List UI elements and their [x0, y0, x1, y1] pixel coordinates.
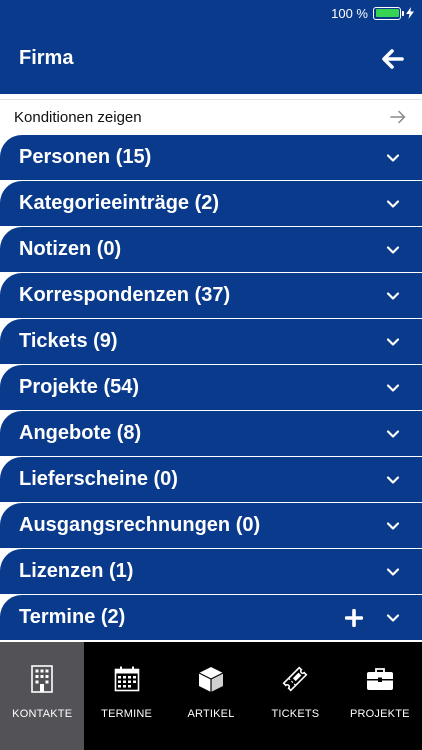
- plus-icon: [345, 608, 363, 627]
- nav-tab-termine[interactable]: TERMINE: [84, 642, 168, 750]
- section-notizen[interactable]: Notizen (0): [0, 227, 422, 273]
- section-label: Lizenzen (1): [19, 560, 134, 582]
- chevron-down-icon: [386, 475, 400, 485]
- back-button[interactable]: [380, 46, 406, 72]
- charging-icon: [406, 7, 414, 19]
- battery-icon: [373, 6, 404, 20]
- section-termine[interactable]: Termine (2): [0, 595, 422, 641]
- section-lieferscheine[interactable]: Lieferscheine (0): [0, 457, 422, 503]
- ticket-icon: [280, 664, 310, 694]
- chevron-down-icon: [386, 521, 400, 531]
- nav-label: TICKETS: [271, 708, 320, 720]
- section-label: Termine (2): [19, 606, 126, 628]
- section-label: Personen (15): [19, 146, 152, 168]
- section-projekte[interactable]: Projekte (54): [0, 365, 422, 411]
- section-label: Kategorieeinträge (2): [19, 192, 220, 214]
- show-conditions-row[interactable]: Konditionen zeigen: [0, 99, 422, 134]
- page-title: Firma: [19, 47, 74, 69]
- box-icon: [196, 664, 226, 694]
- building-icon: [27, 664, 57, 694]
- section-angebote[interactable]: Angebote (8): [0, 411, 422, 457]
- nav-label: PROJEKTE: [349, 708, 410, 720]
- chevron-down-icon: [386, 245, 400, 255]
- chevron-down-icon: [386, 429, 400, 439]
- chevron-down-icon: [386, 567, 400, 577]
- section-tickets[interactable]: Tickets (9): [0, 319, 422, 365]
- section-label: Korrespondenzen (37): [19, 284, 231, 306]
- briefcase-icon: [365, 664, 395, 694]
- chevron-down-icon: [386, 337, 400, 347]
- section-label: Projekte (54): [19, 376, 140, 398]
- chevron-down-icon: [386, 153, 400, 163]
- show-conditions-label: Konditionen zeigen: [14, 108, 142, 126]
- section-kategorieeintraege[interactable]: Kategorieeinträge (2): [0, 181, 422, 227]
- nav-label: ARTIKEL: [187, 708, 235, 720]
- chevron-down-icon: [386, 199, 400, 209]
- calendar-icon: [112, 664, 142, 694]
- nav-tab-projekte[interactable]: PROJEKTE: [338, 642, 422, 750]
- section-personen[interactable]: Personen (15): [0, 135, 422, 181]
- section-label: Tickets (9): [19, 330, 118, 352]
- arrow-left-icon: [382, 49, 404, 69]
- battery-percentage: 100 %: [331, 5, 368, 21]
- add-appointment-button[interactable]: [344, 608, 364, 628]
- nav-label: KONTAKTE: [12, 708, 73, 720]
- section-label: Ausgangsrechnungen (0): [19, 514, 261, 536]
- section-korrespondenzen[interactable]: Korrespondenzen (37): [0, 273, 422, 319]
- section-list: Personen (15) Kategorieeinträge (2) Noti…: [0, 135, 422, 641]
- bottom-navigation: KONTAKTE TERMINE ARTIKEL TICKETS PROJEKT…: [0, 642, 422, 750]
- section-label: Notizen (0): [19, 238, 122, 260]
- section-label: Angebote (8): [19, 422, 142, 444]
- section-ausgangsrechnungen[interactable]: Ausgangsrechnungen (0): [0, 503, 422, 549]
- chevron-down-icon: [386, 383, 400, 393]
- nav-tab-kontakte[interactable]: KONTAKTE: [0, 642, 85, 750]
- status-bar: 100 %: [331, 4, 414, 22]
- chevron-down-icon: [386, 613, 400, 623]
- nav-tab-tickets[interactable]: TICKETS: [253, 642, 337, 750]
- nav-label: TERMINE: [101, 708, 153, 720]
- app-header: 100 % Firma: [0, 0, 422, 94]
- section-lizenzen[interactable]: Lizenzen (1): [0, 549, 422, 595]
- section-label: Lieferscheine (0): [19, 468, 178, 490]
- nav-tab-artikel[interactable]: ARTIKEL: [169, 642, 253, 750]
- chevron-down-icon: [386, 291, 400, 301]
- arrow-right-icon: [390, 110, 406, 124]
